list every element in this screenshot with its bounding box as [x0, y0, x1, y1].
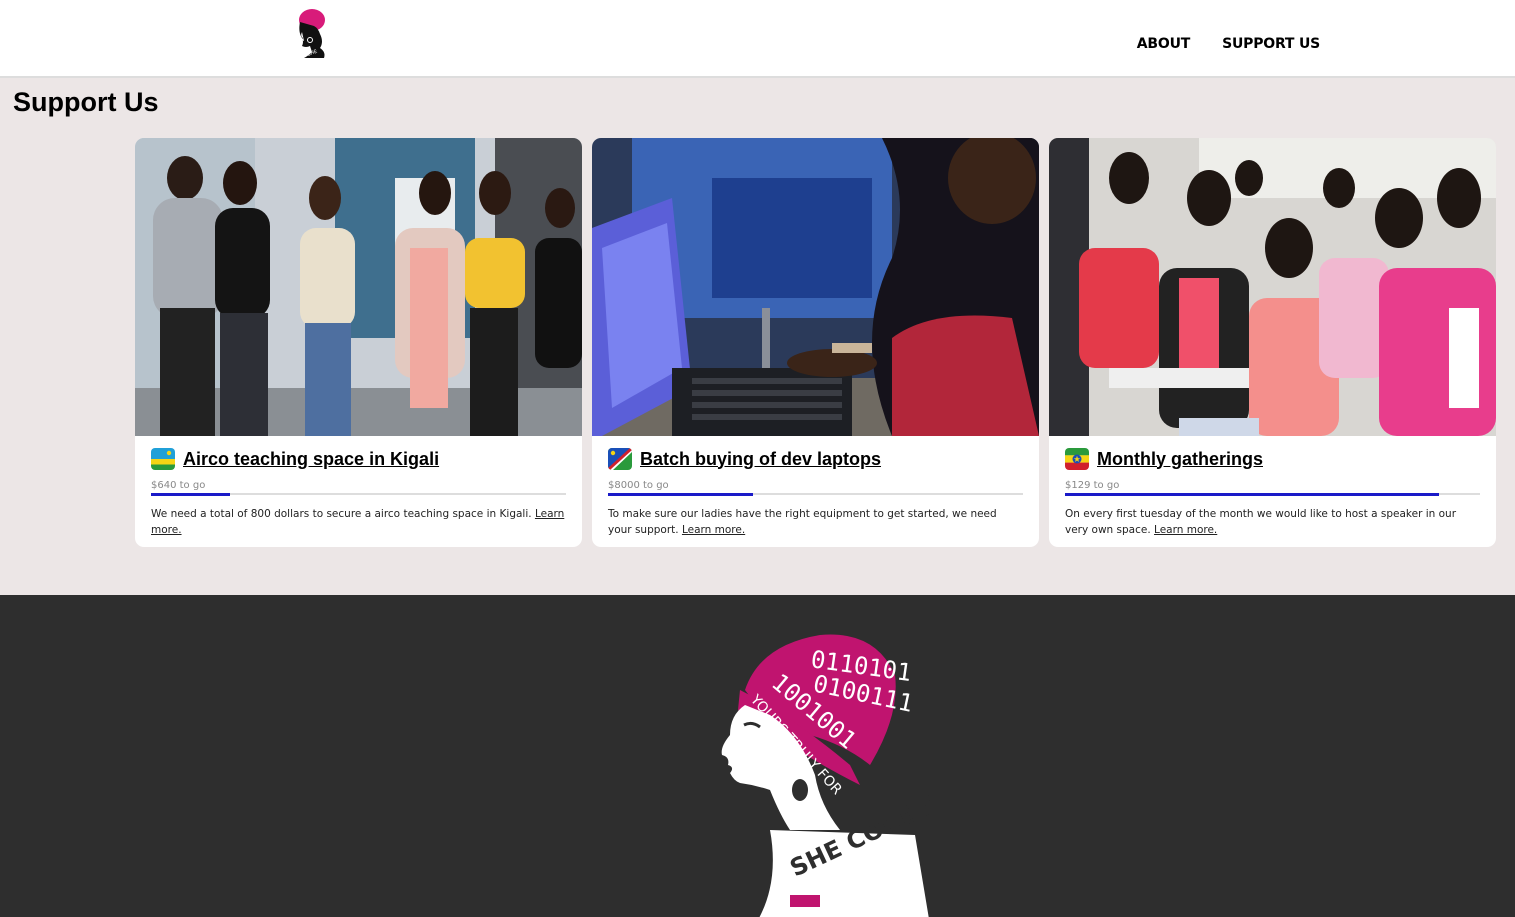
top-navigation-bar: SHE ABOUT SUPPORT US [0, 0, 1515, 78]
footer: 0110101 0100111 1001001 YOURS TRULY FOR … [0, 595, 1515, 917]
she-code-africa-logo[interactable]: SHE [290, 8, 330, 60]
project-description: We need a total of 800 dollars to secure… [151, 506, 566, 538]
project-photo-audience [1049, 138, 1496, 436]
page-title: Support Us [13, 87, 159, 117]
funding-progress-bar [151, 492, 566, 496]
project-card: Monthly gatherings $129 to go On every f… [1049, 138, 1496, 547]
project-description: To make sure our ladies have the right e… [608, 506, 1023, 538]
project-photo-group-of-women [135, 138, 582, 436]
nav-support-us-link[interactable]: SUPPORT US [1222, 36, 1320, 52]
support-projects-list: Airco teaching space in Kigali $640 to g… [135, 138, 1496, 547]
project-title-link[interactable]: Monthly gatherings [1097, 449, 1263, 470]
amount-remaining: $8000 to go [608, 480, 669, 491]
she-code-africa-footer-logo: 0110101 0100111 1001001 YOURS TRULY FOR … [721, 634, 930, 917]
project-photo-laptop [592, 138, 1039, 436]
namibia-flag-icon [608, 448, 632, 470]
amount-remaining: $640 to go [151, 480, 206, 491]
funding-progress-fill [1065, 492, 1439, 496]
funding-progress-bar [608, 492, 1023, 496]
funding-progress-fill [151, 492, 230, 496]
project-card: Airco teaching space in Kigali $640 to g… [135, 138, 582, 547]
ethiopia-flag-icon [1065, 448, 1089, 470]
project-description-text: On every first tuesday of the month we w… [1065, 508, 1457, 536]
nav-about-link[interactable]: ABOUT [1137, 36, 1191, 52]
amount-remaining: $129 to go [1065, 480, 1120, 491]
project-title-link[interactable]: Batch buying of dev laptops [640, 449, 881, 470]
learn-more-link[interactable]: Learn more. [682, 524, 745, 536]
project-description-text: We need a total of 800 dollars to secure… [151, 508, 532, 520]
funding-progress-bar [1065, 492, 1480, 496]
project-description: On every first tuesday of the month we w… [1065, 506, 1480, 538]
main-nav: ABOUT SUPPORT US [1137, 36, 1320, 52]
rwanda-flag-icon [151, 448, 175, 470]
project-title-link[interactable]: Airco teaching space in Kigali [183, 449, 439, 470]
funding-progress-fill [608, 492, 754, 496]
project-description-text: To make sure our ladies have the right e… [608, 508, 997, 536]
project-card: Batch buying of dev laptops $8000 to go … [592, 138, 1039, 547]
learn-more-link[interactable]: Learn more. [1154, 524, 1217, 536]
